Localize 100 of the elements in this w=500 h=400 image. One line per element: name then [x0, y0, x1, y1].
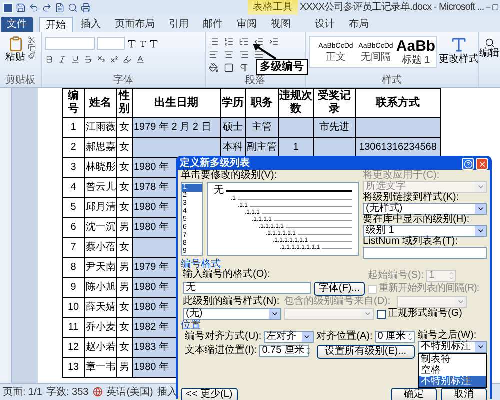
superscript-icon[interactable] [110, 55, 119, 64]
increase-indent-icon[interactable] [269, 37, 279, 47]
dropdown-option[interactable]: 制表符 [418, 354, 486, 365]
table-cell: 主管 [246, 118, 278, 138]
listnum-field[interactable] [363, 247, 487, 259]
table-cell: 13 [62, 358, 84, 378]
follow-number-select[interactable]: 不特别标注 [418, 341, 487, 353]
proofing-icon[interactable] [92, 387, 103, 397]
multilevel-list-icon[interactable] [239, 37, 249, 47]
paste-label[interactable]: 粘贴 [6, 52, 26, 63]
bold-icon[interactable] [45, 55, 54, 64]
shading-icon[interactable] [209, 63, 219, 73]
checkbox[interactable] [377, 310, 386, 318]
table-cell: 蔡小蓓 [84, 238, 116, 258]
ribbon-tab[interactable]: 审阅 [231, 17, 263, 32]
status-item[interactable]: 页面: 1/1 [3, 386, 42, 398]
numbering-icon[interactable] [224, 37, 234, 47]
align-center-icon[interactable] [224, 50, 234, 60]
strikethrough-icon[interactable] [84, 55, 93, 64]
save-icon[interactable] [16, 2, 26, 12]
font-color-icon[interactable] [136, 55, 145, 64]
change-styles-icon[interactable] [450, 36, 468, 54]
set-all-levels-button[interactable]: 设置所有级别(E)... [316, 345, 415, 359]
restart-level-select[interactable] [397, 296, 467, 308]
subscript-icon[interactable] [97, 55, 106, 64]
undo-icon[interactable] [29, 2, 39, 12]
field-label: 包含的级别编号来自(D): [284, 296, 391, 307]
help-icon[interactable] [462, 158, 474, 170]
printer-icon[interactable] [81, 2, 91, 12]
table-cell: 11 [62, 318, 84, 338]
column-header: 编号 [62, 88, 84, 118]
table-cell: 江雨薇 [84, 118, 116, 138]
font-size-field[interactable] [97, 37, 125, 50]
justify-icon[interactable] [254, 50, 264, 60]
field-label: ListNum 域列表名(T): [363, 237, 459, 247]
align-right-icon[interactable] [239, 50, 249, 60]
style-preview: AaBb [396, 38, 436, 54]
align-left-icon[interactable] [209, 50, 219, 60]
link-style-select[interactable]: (无样式) [363, 203, 487, 215]
print-preview-icon[interactable] [68, 2, 78, 12]
group-label: 样式 [381, 75, 403, 87]
copy-icon[interactable] [28, 44, 36, 52]
column-header: 姓名 [84, 88, 116, 118]
ribbon-tab[interactable]: 插入 [75, 17, 107, 32]
cancel-button[interactable]: 取消 [441, 388, 487, 400]
table-cell: 赵小若 [84, 338, 116, 358]
alignment-select[interactable]: 左对齐 [264, 331, 314, 343]
preview-line [310, 241, 352, 242]
aligned-at-spinner[interactable]: 0 厘米 [374, 331, 415, 343]
field-label: 将更改应用于(C): [363, 171, 441, 181]
new-document-icon[interactable] [55, 2, 65, 12]
close-icon[interactable] [476, 158, 488, 170]
status-item[interactable]: 英语(美国) [106, 386, 154, 398]
table-cell: 4 [62, 178, 84, 198]
italic-icon[interactable] [58, 55, 67, 64]
table-cell: 2 [62, 138, 84, 158]
table-cell: 5 [62, 198, 84, 218]
ribbon-tab[interactable]: 文件 [1, 17, 33, 32]
status-item[interactable]: 字数: 353 [46, 386, 89, 398]
borders-icon[interactable] [224, 63, 234, 73]
ribbon-tab[interactable]: 页面布局 [109, 17, 161, 32]
font-button[interactable]: 字体(F)... [314, 282, 365, 296]
gallery-level-select[interactable]: 级别 1 [363, 225, 487, 237]
number-style-select[interactable]: (无) [183, 308, 281, 320]
number-format-field[interactable]: 无 [183, 282, 311, 294]
spinner-arrows-icon [408, 332, 414, 342]
dropdown-option[interactable]: 不特别标注 [418, 376, 486, 387]
maximize-icon[interactable] [492, 4, 499, 11]
highlighter-icon[interactable] [123, 55, 132, 64]
ok-button[interactable]: 确定 [391, 388, 437, 400]
decrease-indent-icon[interactable] [254, 37, 264, 47]
table-cell: 林晓彤 [84, 158, 116, 178]
paintbrush-icon[interactable] [28, 52, 36, 60]
section-heading: 编号格式 [181, 260, 221, 270]
style-gallery-item[interactable]: AaBb 标题 1 [396, 37, 436, 67]
editing-label[interactable]: 编辑 [480, 48, 500, 59]
contextual-tab-header: 表格工具 [248, 0, 298, 15]
bullets-icon[interactable] [209, 37, 219, 47]
font-name-field[interactable] [45, 37, 95, 50]
ribbon-tab[interactable]: 视图 [265, 17, 297, 32]
scissors-icon[interactable] [28, 36, 36, 44]
ribbon-tab[interactable]: 引用 [163, 17, 195, 32]
redo-icon[interactable] [42, 2, 52, 12]
underline-icon[interactable] [71, 55, 80, 64]
ribbon-tab[interactable]: 邮件 [197, 17, 229, 32]
pilcrow-icon[interactable] [239, 63, 249, 73]
ribbon-tab[interactable]: 开始 [39, 17, 73, 32]
table-cell: 12 [62, 338, 84, 358]
fewer-options-button[interactable]: << 更少(L) [181, 388, 238, 400]
dropdown-option[interactable]: 空格 [418, 365, 486, 376]
style-name: 正文 [326, 52, 346, 62]
ribbon-tab[interactable]: 布局 [343, 17, 375, 32]
indent-spinner[interactable]: 0.75 厘米 [259, 345, 310, 357]
field-label: 对齐位置(A): [316, 332, 373, 342]
clipboard-icon[interactable] [8, 36, 24, 52]
status-item[interactable]: 插入 [157, 386, 178, 398]
find-icon[interactable] [484, 38, 494, 48]
ribbon-tab[interactable]: 设计 [309, 17, 341, 32]
preview-line [286, 227, 352, 228]
table-cell: 乔小麦 [84, 318, 116, 338]
